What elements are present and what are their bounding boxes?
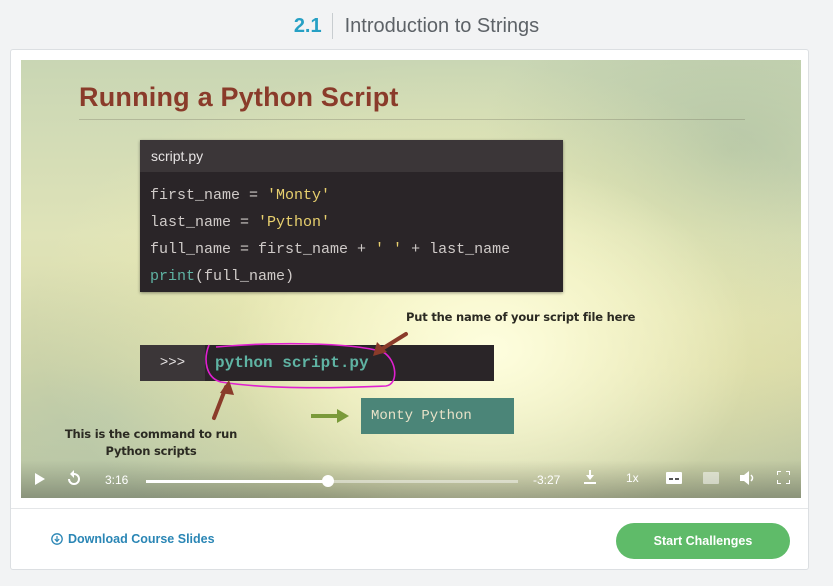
captions-icon[interactable] bbox=[666, 472, 682, 484]
header-divider bbox=[331, 13, 333, 39]
card-divider bbox=[11, 508, 808, 509]
section-number: 2.1 bbox=[293, 14, 322, 37]
download-circle-icon bbox=[51, 533, 63, 545]
progress-handle[interactable] bbox=[322, 475, 335, 487]
highlight-circle bbox=[205, 342, 396, 389]
volume-icon[interactable] bbox=[740, 471, 754, 485]
replay-icon[interactable] bbox=[67, 470, 81, 486]
progress-bar[interactable] bbox=[146, 475, 518, 487]
elapsed-time: 3:16 bbox=[105, 473, 129, 487]
download-icon[interactable] bbox=[583, 470, 597, 484]
video-player[interactable]: Running a Python Script script.py first_… bbox=[21, 60, 801, 498]
play-icon[interactable] bbox=[35, 473, 45, 485]
arrow-head bbox=[337, 409, 349, 423]
video-controls: 3:16 -3:27 1x bbox=[21, 460, 801, 498]
hd-icon[interactable] bbox=[703, 472, 719, 484]
section-header: 2.1 Introduction to Strings bbox=[0, 0, 833, 52]
progress-fill bbox=[146, 480, 329, 483]
annotation-overlay bbox=[205, 332, 408, 423]
download-slides-link[interactable]: Download Course Slides bbox=[51, 532, 215, 546]
download-slides-label: Download Course Slides bbox=[68, 532, 215, 546]
remaining-time: -3:27 bbox=[533, 473, 561, 487]
video-card: Running a Python Script script.py first_… bbox=[10, 49, 809, 570]
speed-control[interactable]: 1x bbox=[626, 471, 639, 485]
start-challenges-button[interactable]: Start Challenges bbox=[616, 523, 790, 559]
fullscreen-icon[interactable] bbox=[777, 471, 790, 484]
section-title: Introduction to Strings bbox=[344, 14, 540, 37]
